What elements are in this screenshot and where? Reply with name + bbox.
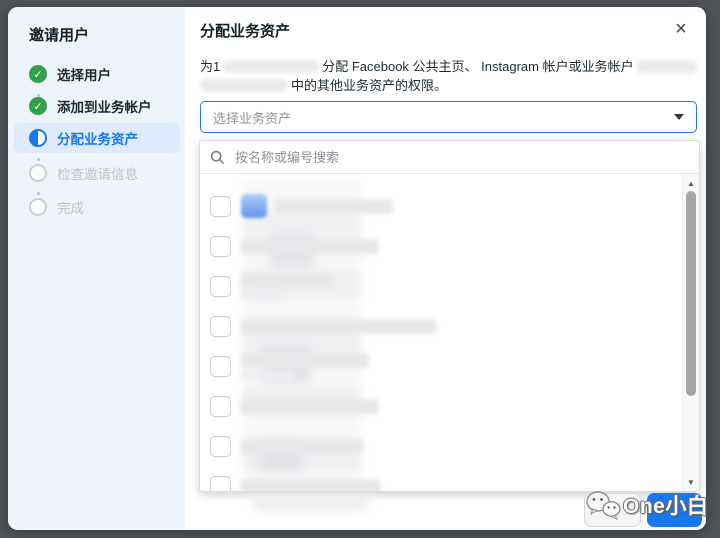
- redacted-asset-name: [241, 272, 333, 288]
- chevron-down-icon: [674, 114, 684, 120]
- asset-list-item[interactable]: [200, 346, 678, 386]
- step-label: 选择用户: [57, 68, 111, 83]
- check-circle-icon: ✓: [29, 65, 47, 83]
- redacted-asset-name: [241, 318, 437, 334]
- redacted-asset-name: [241, 352, 369, 368]
- empty-circle-icon: [29, 164, 47, 182]
- asset-list-item[interactable]: [200, 226, 678, 266]
- asset-dropdown-panel: ▲ ▼: [199, 140, 700, 492]
- cancel-button[interactable]: [584, 493, 641, 527]
- assign-assets-description: 为1 分配 Facebook 公共主页、 Instagram 帐户或业务帐户 中…: [200, 57, 705, 95]
- redacted-asset-name: [275, 198, 393, 214]
- scroll-down-icon[interactable]: ▼: [683, 475, 699, 489]
- page-title: 分配业务资产: [200, 23, 291, 40]
- asset-search-input[interactable]: [233, 148, 689, 166]
- scrollbar-thumb[interactable]: [686, 191, 696, 396]
- asset-list-item[interactable]: [200, 186, 678, 226]
- asset-checkbox[interactable]: [210, 395, 231, 417]
- step-done: 完成: [14, 192, 180, 222]
- redacted-asset-id: [241, 290, 287, 300]
- asset-checkbox[interactable]: [210, 315, 231, 337]
- empty-circle-icon: [29, 198, 47, 216]
- asset-checkbox[interactable]: [210, 475, 231, 491]
- asset-list-item[interactable]: [200, 386, 678, 426]
- description-text: 分配 Facebook 公共主页、 Instagram 帐户或业务帐户: [322, 59, 634, 74]
- step-add-to-business[interactable]: ✓ 添加到业务帐户: [14, 91, 180, 121]
- asset-search-bar: [200, 141, 699, 174]
- step-label: 添加到业务帐户: [57, 100, 152, 115]
- confirm-button[interactable]: [647, 493, 702, 527]
- redacted-asset-id: [241, 370, 295, 380]
- step-assign-assets[interactable]: 分配业务资产: [14, 123, 180, 153]
- asset-avatar-redacted: [241, 194, 267, 218]
- asset-list-item[interactable]: [200, 426, 678, 466]
- wizard-title: 邀请用户: [29, 27, 90, 44]
- search-icon: [210, 150, 225, 164]
- redacted-asset-name: [241, 478, 381, 491]
- asset-checkbox[interactable]: [210, 355, 231, 377]
- redacted-business-name: [200, 79, 288, 92]
- redacted-asset-name: [241, 438, 363, 454]
- close-icon[interactable]: ×: [669, 17, 693, 41]
- description-text: 中的其他业务资产的权限。: [291, 78, 448, 93]
- dialog-main-panel: 分配业务资产 × 为1 分配 Facebook 公共主页、 Instagram …: [185, 7, 706, 530]
- list-scrollbar[interactable]: ▲ ▼: [682, 174, 699, 491]
- step-select-users[interactable]: ✓ 选择用户: [14, 59, 180, 89]
- invite-user-dialog: 邀请用户 ✓ 选择用户 ✓ 添加到业务帐户 分配业务资产 检查邀请信息 完成 分…: [8, 7, 706, 530]
- scroll-up-icon[interactable]: ▲: [683, 176, 699, 190]
- description-text: 为1: [200, 59, 221, 74]
- check-circle-icon: ✓: [29, 97, 47, 115]
- redacted-business-name: [636, 60, 697, 73]
- wizard-sidebar: 邀请用户 ✓ 选择用户 ✓ 添加到业务帐户 分配业务资产 检查邀请信息 完成: [8, 7, 185, 530]
- asset-checkbox[interactable]: [210, 235, 231, 257]
- asset-list-item[interactable]: [200, 266, 678, 306]
- asset-list-item[interactable]: [200, 466, 678, 491]
- redacted-asset-name: [241, 238, 379, 254]
- asset-checkbox[interactable]: [210, 195, 231, 217]
- asset-list-item[interactable]: [200, 306, 678, 346]
- step-label: 完成: [57, 201, 84, 216]
- redacted-user-name: [223, 60, 320, 73]
- redacted-mosaic: [253, 495, 368, 511]
- half-filled-progress-icon: [29, 129, 47, 147]
- asset-checkbox[interactable]: [210, 435, 231, 457]
- asset-select-dropdown[interactable]: 选择业务资产: [200, 101, 697, 133]
- step-label: 检查邀请信息: [57, 167, 138, 182]
- step-review-invite: 检查邀请信息: [14, 158, 180, 188]
- step-label: 分配业务资产: [57, 132, 138, 147]
- redacted-asset-name: [241, 398, 379, 414]
- asset-select-placeholder: 选择业务资产: [213, 110, 292, 126]
- asset-checkbox[interactable]: [210, 275, 231, 297]
